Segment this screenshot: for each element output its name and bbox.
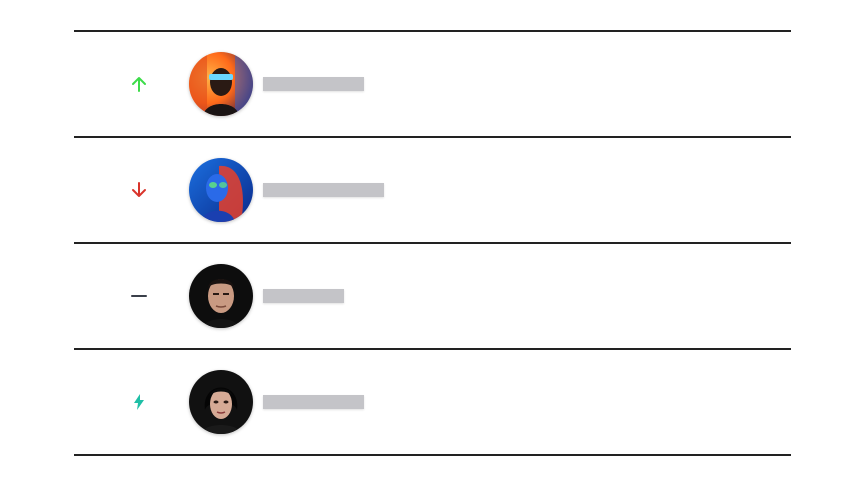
dash-icon [127,284,151,308]
name-placeholder-bar [263,395,364,409]
arrow-up-icon [127,72,151,96]
list-item[interactable] [74,348,791,456]
name-placeholder-bar [263,183,384,197]
avatar[interactable] [189,370,253,434]
avatar[interactable] [189,264,253,328]
list-item[interactable] [74,30,791,136]
ranking-list [74,30,791,456]
name-placeholder-bar [263,77,364,91]
avatar[interactable] [189,52,253,116]
list-item[interactable] [74,242,791,348]
arrow-down-icon [127,178,151,202]
name-placeholder-bar [263,289,344,303]
list-item[interactable] [74,136,791,242]
lightning-icon [127,390,151,414]
avatar[interactable] [189,158,253,222]
